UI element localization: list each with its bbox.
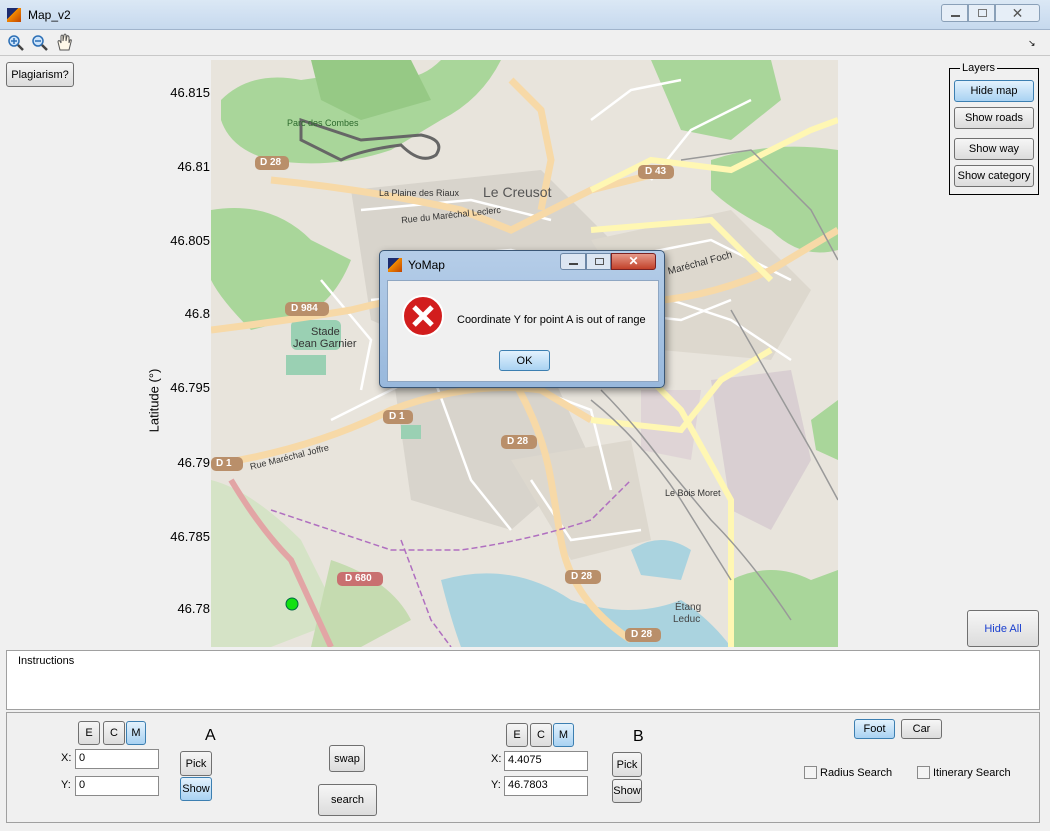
route-shield: D 28 bbox=[260, 157, 282, 168]
point-b-mode-e[interactable]: E bbox=[506, 723, 528, 747]
window-title: Map_v2 bbox=[28, 8, 71, 22]
close-button[interactable]: ✕ bbox=[995, 4, 1040, 22]
route-shield: D 1 bbox=[216, 458, 232, 469]
point-b-mode-m[interactable]: M bbox=[553, 723, 574, 747]
route-shield: D 28 bbox=[631, 629, 653, 640]
pan-hand-icon[interactable] bbox=[55, 33, 73, 52]
dialog-close-button[interactable]: ✕ bbox=[611, 253, 656, 270]
route-shield: D 28 bbox=[507, 436, 529, 447]
point-b-x-field[interactable]: 4.4075 bbox=[504, 751, 588, 771]
point-b-y-field[interactable]: 46.7803 bbox=[504, 776, 588, 796]
dialog-title: YoMap bbox=[408, 258, 445, 272]
dialog-ok-button[interactable]: OK bbox=[499, 350, 550, 371]
toolbar-overflow-icon[interactable]: ↘ bbox=[1028, 38, 1036, 49]
dialog-minimize-button[interactable] bbox=[560, 253, 586, 270]
point-a-label: A bbox=[205, 727, 216, 744]
map-label: Stade bbox=[311, 326, 340, 338]
map-label: Le Bois Moret bbox=[665, 488, 721, 498]
title-bar: Map_v2 ✕ bbox=[0, 0, 1050, 30]
point-b-show-button[interactable]: Show bbox=[612, 779, 642, 803]
itinerary-search-label: Itinerary Search bbox=[933, 767, 1011, 779]
map-label: La Plaine des Riaux bbox=[379, 188, 460, 198]
radius-search-checkbox[interactable] bbox=[804, 766, 817, 779]
dialog-maximize-button[interactable] bbox=[586, 253, 611, 270]
zoom-in-icon[interactable] bbox=[7, 34, 25, 52]
route-shield: D 1 bbox=[389, 411, 405, 422]
zoom-out-icon[interactable] bbox=[31, 34, 49, 52]
point-b-label: B bbox=[633, 728, 644, 745]
point-a-mode-e[interactable]: E bbox=[78, 721, 100, 745]
point-a-show-button[interactable]: Show bbox=[180, 777, 212, 801]
error-dialog: YoMap ✕ Coordinate Y for point A is out … bbox=[379, 250, 665, 388]
point-b-x-label: X: bbox=[491, 753, 502, 765]
route-shield: D 43 bbox=[645, 166, 667, 177]
search-button[interactable]: search bbox=[318, 784, 377, 816]
minimize-button[interactable] bbox=[941, 4, 968, 22]
point-a-x-field[interactable]: 0 bbox=[75, 749, 159, 769]
map-label: Leduc bbox=[673, 614, 701, 625]
point-b-pick-button[interactable]: Pick bbox=[612, 752, 642, 777]
plagiarism-button[interactable]: Plagiarism? bbox=[6, 62, 74, 87]
itinerary-search-checkbox[interactable] bbox=[917, 766, 930, 779]
point-a-y-label: Y: bbox=[61, 779, 71, 791]
point-a-x-label: X: bbox=[61, 752, 72, 764]
show-way-button[interactable]: Show way bbox=[954, 138, 1034, 160]
ytick: 46.785 bbox=[170, 529, 210, 544]
map-label: Étang bbox=[675, 602, 702, 613]
layers-title: Layers bbox=[960, 62, 998, 74]
map-label: Parc des Combes bbox=[287, 118, 359, 128]
instructions-panel bbox=[6, 650, 1040, 710]
ytick: 46.78 bbox=[177, 601, 210, 616]
swap-button[interactable]: swap bbox=[329, 745, 365, 772]
instructions-title: Instructions bbox=[18, 655, 75, 667]
dialog-body: Coordinate Y for point A is out of range… bbox=[387, 280, 659, 382]
toolbar: ↘ bbox=[0, 30, 1050, 56]
dialog-matlab-icon bbox=[388, 258, 402, 272]
map-label: Le Creusot bbox=[483, 184, 552, 200]
ytick: 46.79 bbox=[177, 455, 210, 470]
route-shield: D 680 bbox=[345, 573, 372, 584]
hide-all-button[interactable]: Hide All bbox=[967, 610, 1039, 647]
foot-button[interactable]: Foot bbox=[854, 719, 895, 739]
radius-search-label: Radius Search bbox=[820, 767, 893, 779]
hide-map-button[interactable]: Hide map bbox=[954, 80, 1034, 102]
point-a-y-field[interactable]: 0 bbox=[75, 776, 159, 796]
point-a-mode-m[interactable]: M bbox=[126, 721, 146, 745]
map-label: Jean Garnier bbox=[293, 338, 357, 350]
point-b-y-label: Y: bbox=[491, 779, 501, 791]
ytick: 46.805 bbox=[170, 233, 210, 248]
error-message: Coordinate Y for point A is out of range bbox=[457, 314, 646, 326]
y-axis-label: Latitude (°) bbox=[146, 368, 162, 433]
show-roads-button[interactable]: Show roads bbox=[954, 107, 1034, 129]
point-a-mode-c[interactable]: C bbox=[103, 721, 125, 745]
show-category-button[interactable]: Show category bbox=[954, 165, 1034, 187]
route-shield: D 28 bbox=[571, 571, 593, 582]
point-b-mode-c[interactable]: C bbox=[530, 723, 552, 747]
point-a-pick-button[interactable]: Pick bbox=[180, 751, 212, 776]
car-button[interactable]: Car bbox=[901, 719, 942, 739]
ytick: 46.815 bbox=[170, 85, 210, 100]
route-shield: D 984 bbox=[291, 303, 318, 314]
matlab-icon bbox=[7, 8, 21, 22]
error-icon bbox=[402, 295, 444, 337]
ytick: 46.8 bbox=[184, 306, 210, 321]
maximize-button[interactable] bbox=[968, 4, 995, 22]
ytick: 46.81 bbox=[177, 159, 210, 174]
